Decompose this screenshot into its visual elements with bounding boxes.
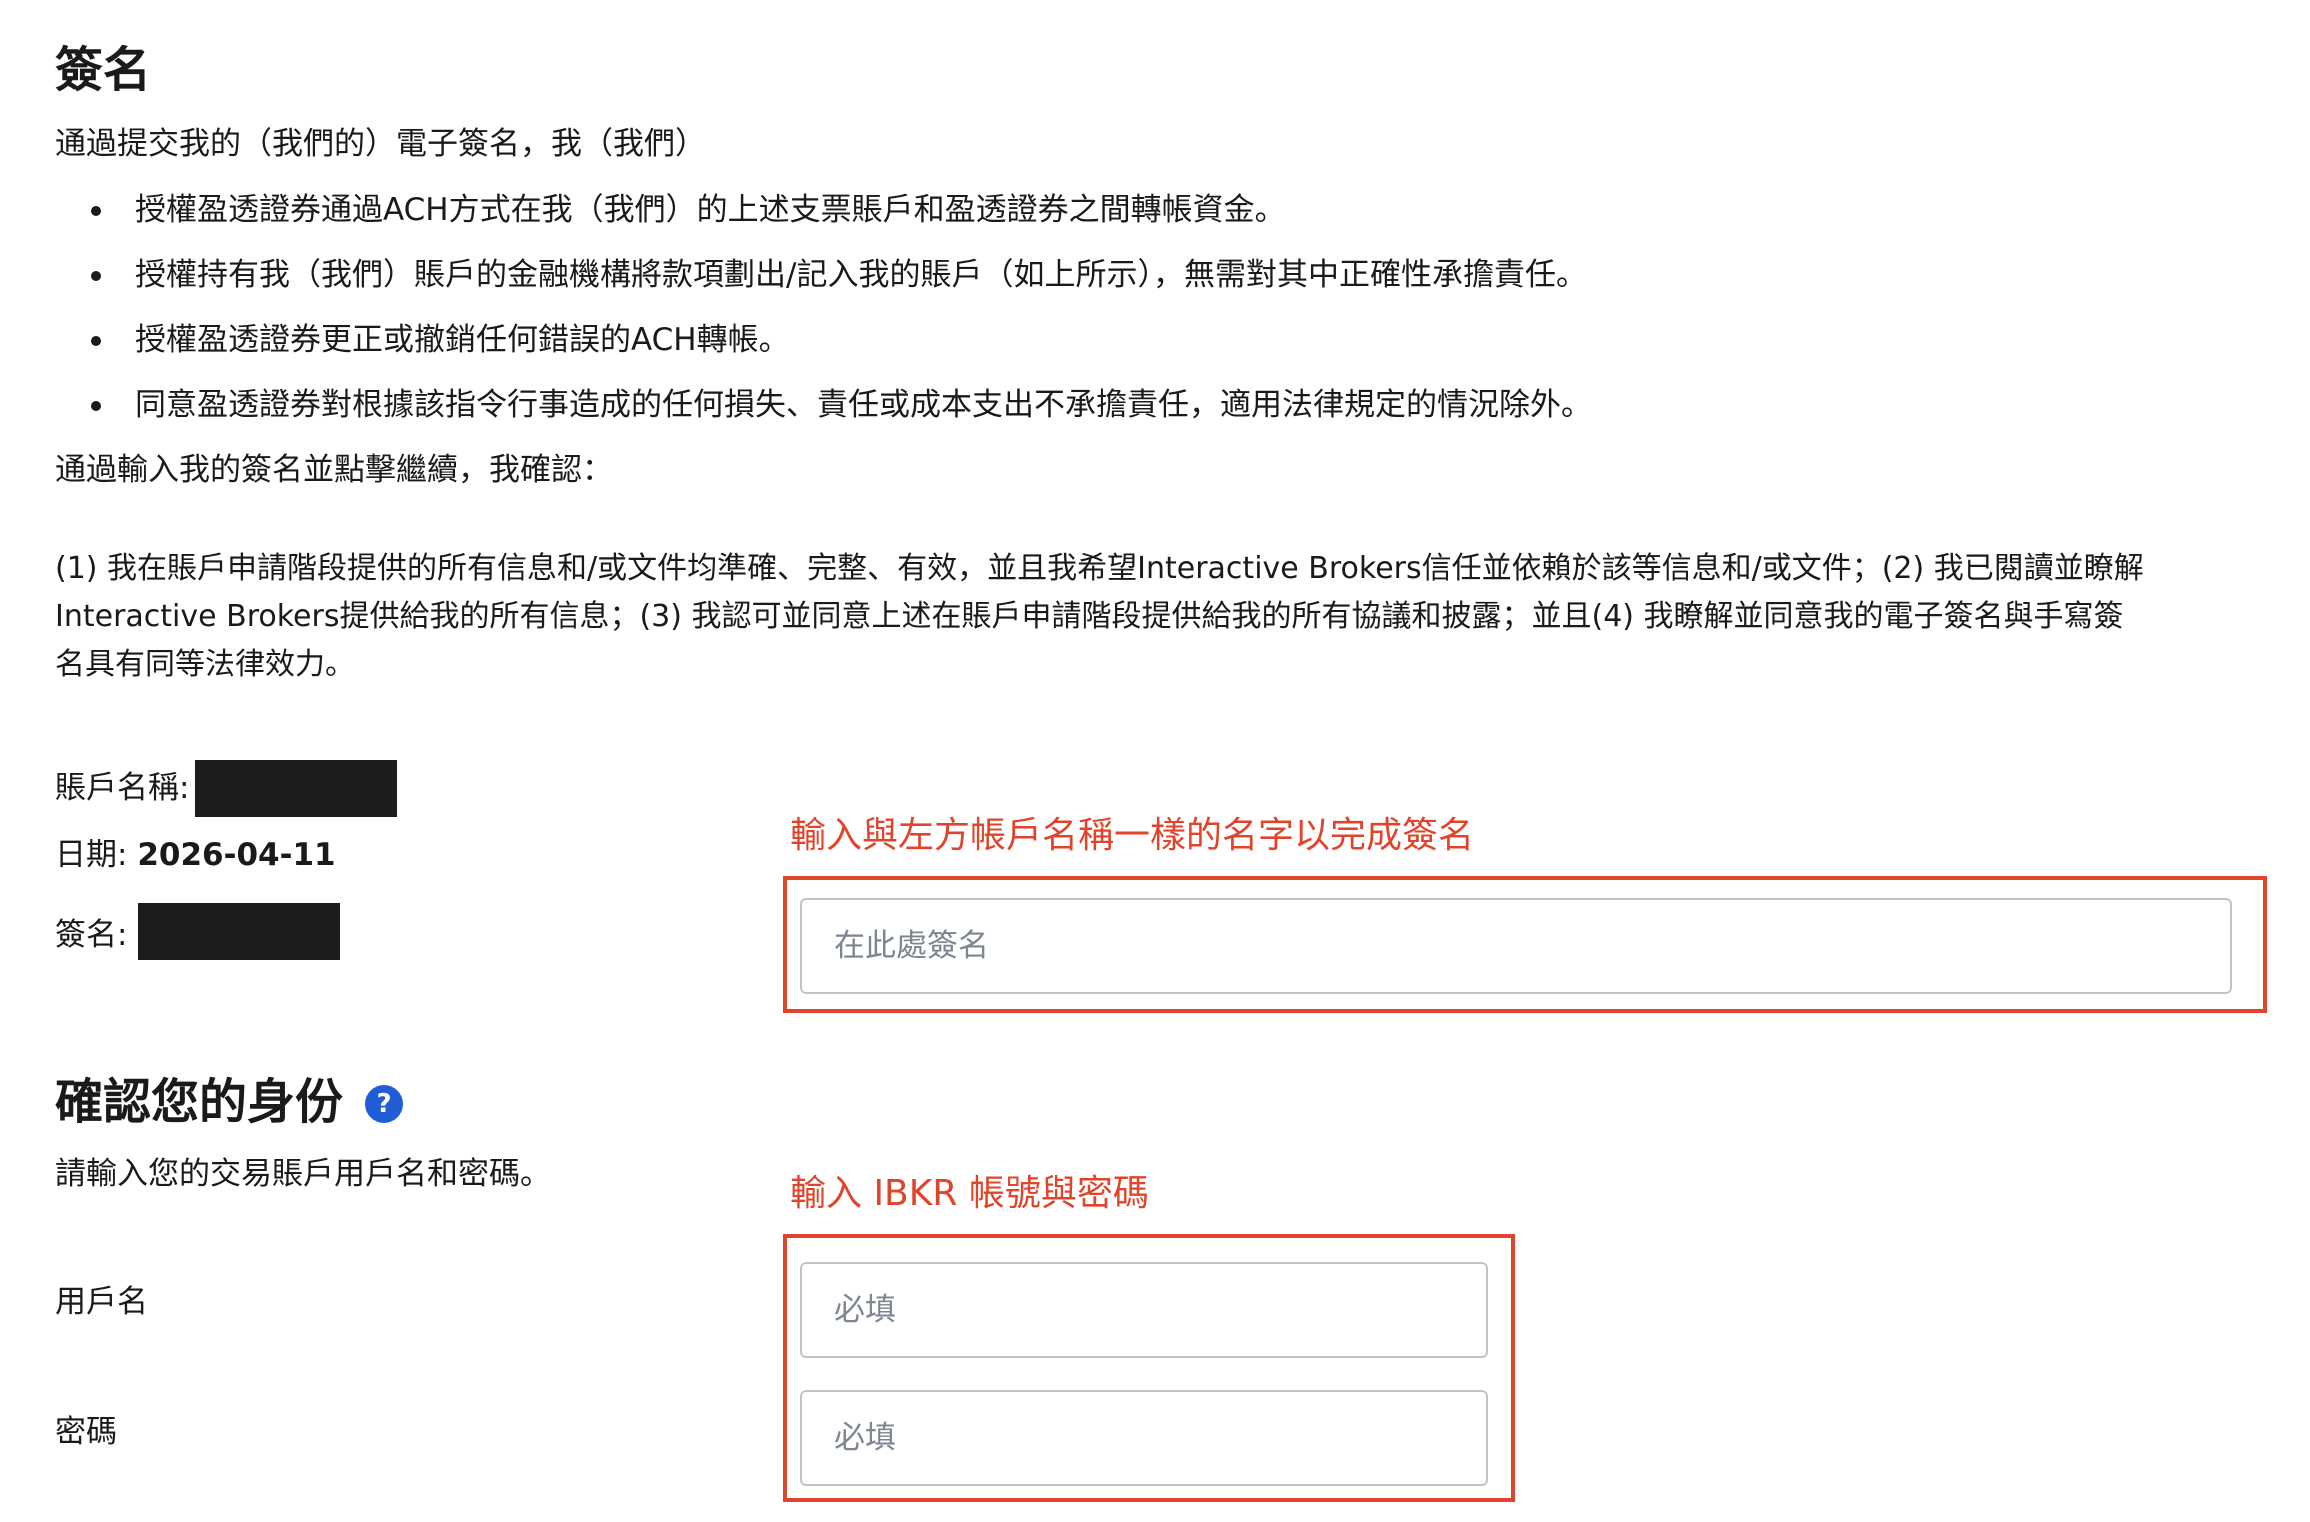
bullet-icon [91,336,101,346]
identity-instruction: 請輸入您的交易賬戶用戶名和密碼。 [55,1156,551,1192]
list-item: 同意盈透證券對根據該指令行事造成的任何損失、責任或成本支出不承擔責任，適用法律規… [91,383,1592,427]
signature-input[interactable] [800,898,2232,994]
identity-title: 確認您的身份 [55,1074,344,1130]
signature-redacted [138,903,340,960]
list-item: 授權盈透證券更正或撤銷任何錯誤的ACH轉帳。 [91,318,790,362]
acknowledgement-line: Interactive Brokers提供給我的所有信息；(3) 我認可並同意上… [55,599,2124,634]
signature-title: 簽名 [55,42,152,98]
confirm-intro: 通過輸入我的簽名並點擊繼續，我確認： [55,452,613,488]
date-label: 日期: [55,837,128,873]
username-label: 用戶名 [55,1284,148,1320]
signature-annotation: 輸入與左方帳戶名稱一樣的名字以完成簽名 [790,815,1475,856]
acknowledgement-line: 名具有同等法律效力。 [55,647,355,682]
acknowledgement-line: (1) 我在賬戶申請階段提供的所有信息和/或文件均準確、完整、有效，並且我希望I… [55,551,2144,586]
signature-intro: 通過提交我的（我們的）電子簽名，我（我們） [55,126,706,162]
account-name-label: 賬戶名稱: [55,770,190,806]
list-item: 授權盈透證券通過ACH方式在我（我們）的上述支票賬戶和盈透證券之間轉帳資金。 [91,188,1286,232]
username-input[interactable] [800,1262,1488,1358]
password-label: 密碼 [55,1414,117,1450]
bullet-icon [91,206,101,216]
date-value: 2026-04-11 [137,837,336,873]
list-item: 授權持有我（我們）賬戶的金融機構將款項劃出/記入我的賬戶（如上所示），無需對其中… [91,253,1587,297]
password-input[interactable] [800,1390,1488,1486]
credentials-annotation: 輸入 IBKR 帳號與密碼 [790,1173,1149,1214]
date-row: 日期: 2026-04-11 [55,833,336,877]
account-name-redacted [195,760,397,817]
bullet-icon [91,271,101,281]
acknowledgement-text: (1) 我在賬戶申請階段提供的所有信息和/或文件均準確、完整、有效，並且我希望I… [55,545,2255,689]
bullet-icon [91,401,101,411]
help-icon[interactable]: ? [365,1085,403,1123]
signature-label: 簽名: [55,917,128,953]
